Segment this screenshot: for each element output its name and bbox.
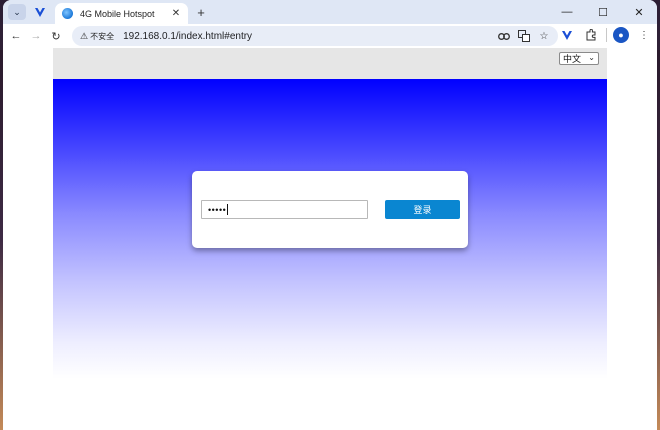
vivaldi-icon[interactable] [33,5,47,19]
page-viewport: 中文 ⌄ ••••• 登录 [3,48,657,430]
text-cursor [227,204,229,215]
warning-triangle-icon: ⚠ [80,30,89,41]
close-window-button[interactable]: ✕ [621,0,657,24]
password-input[interactable]: ••••• [201,200,368,219]
browser-window: ⌄ 4G Mobile Hotspot ✕ + — ☐ ✕ ← → ↻ ⚠ 不安… [3,0,657,430]
language-selected: 中文 [563,54,582,64]
tab-title: 4G Mobile Hotspot [80,8,155,19]
security-indicator[interactable]: ⚠ 不安全 [80,31,114,42]
tab-close-icon[interactable]: ✕ [169,6,183,20]
profile-icon[interactable]: ● [613,27,629,43]
security-label: 不安全 [90,31,115,41]
vivaldi-extension-icon[interactable] [558,26,576,44]
chevron-down-icon: ⌄ [588,53,595,62]
login-card: ••••• 登录 [192,171,468,248]
hotspot-page: 中文 ⌄ ••••• 登录 [53,48,607,430]
translate-icon[interactable] [516,28,532,44]
extensions-icon[interactable] [582,26,600,44]
url-text[interactable]: 192.168.0.1/index.html#entry [123,31,252,42]
password-key-icon[interactable] [496,28,512,44]
omnibox-actions: ☆ [496,28,552,44]
toolbar-separator [606,28,607,42]
page-top-bar: 中文 ⌄ [53,48,607,79]
login-button[interactable]: 登录 [385,200,460,219]
address-bar[interactable]: ⚠ 不安全 192.168.0.1/index.html#entry ☆ [72,26,558,46]
back-button[interactable]: ← [6,26,26,46]
reload-button[interactable]: ↻ [46,26,66,46]
extension-area: ● ⋮ [558,26,653,44]
browser-toolbar: ← → ↻ ⚠ 不安全 192.168.0.1/index.html#entry… [3,24,657,48]
favicon-icon [62,8,73,19]
minimize-button[interactable]: — [549,0,585,24]
tab-strip: ⌄ 4G Mobile Hotspot ✕ + — ☐ ✕ [3,0,657,24]
password-value: ••••• [208,204,227,215]
hero-gradient: ••••• 登录 [53,79,607,379]
language-select[interactable]: 中文 ⌄ [559,52,599,65]
window-controls: — ☐ ✕ [549,0,657,24]
menu-kebab-icon[interactable]: ⋮ [635,26,653,44]
forward-button[interactable]: → [26,26,46,46]
bookmark-star-icon[interactable]: ☆ [536,28,552,44]
new-tab-button[interactable]: + [193,4,209,20]
tab-menu-icon[interactable]: ⌄ [8,4,26,20]
tab-active[interactable]: 4G Mobile Hotspot ✕ [55,3,188,24]
maximize-button[interactable]: ☐ [585,0,621,24]
